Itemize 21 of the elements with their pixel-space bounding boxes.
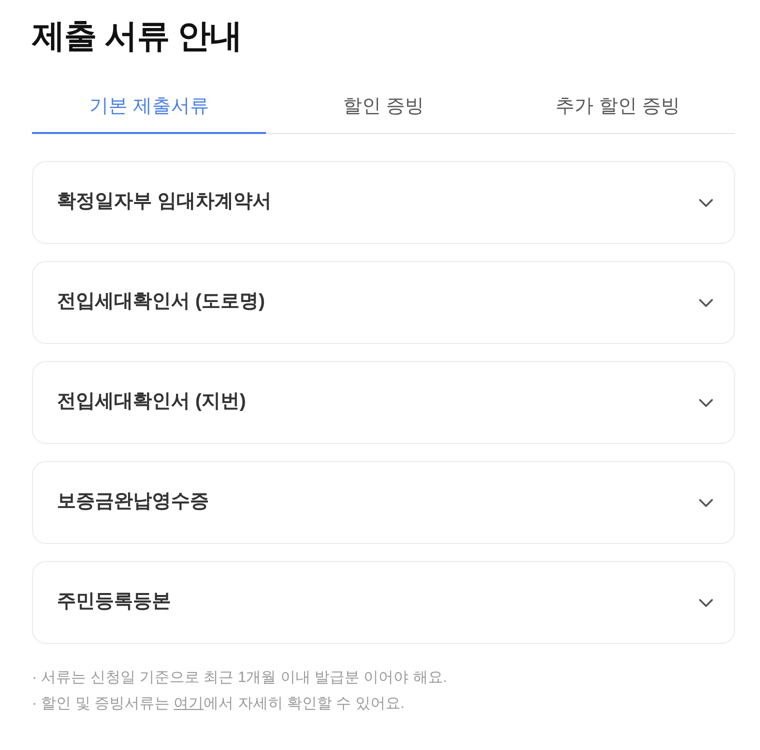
chevron-icon — [698, 598, 714, 608]
document-title: 주민등록등본 — [57, 590, 171, 614]
chevron-icon — [698, 398, 714, 408]
tab[interactable]: 추가 할인 증빙 — [500, 82, 735, 134]
tab[interactable]: 할인 증빙 — [266, 82, 501, 134]
document-accordion[interactable]: 전입세대확인서 (지번) — [32, 361, 735, 444]
note-text: · 할인 및 증빙서류는 여기에서 자세히 확인할 수 있어요. — [32, 694, 406, 714]
document-accordion[interactable]: 전입세대확인서 (도로명) — [32, 261, 735, 344]
chevron-icon — [698, 198, 714, 208]
tab[interactable]: 기본 제출서류 — [32, 82, 266, 134]
chevron-icon — [698, 498, 714, 508]
document-accordion[interactable]: 확정일자부 임대차계약서 — [32, 161, 735, 244]
document-title: 보증금완납영수증 — [57, 490, 209, 514]
note-text: · 서류는 신청일 기준으로 최근 1개월 이내 발급분 이어야 해요. — [32, 668, 448, 688]
document-title: 전입세대확인서 (도로명) — [57, 290, 265, 314]
page-title: 제출 서류 안내 — [32, 16, 243, 56]
chevron-icon — [698, 298, 714, 308]
document-accordion[interactable]: 보증금완납영수증 — [32, 461, 735, 544]
document-accordion[interactable]: 주민등록등본 — [32, 561, 735, 644]
document-title: 전입세대확인서 (지번) — [57, 390, 246, 414]
document-title: 확정일자부 임대차계약서 — [57, 190, 272, 214]
